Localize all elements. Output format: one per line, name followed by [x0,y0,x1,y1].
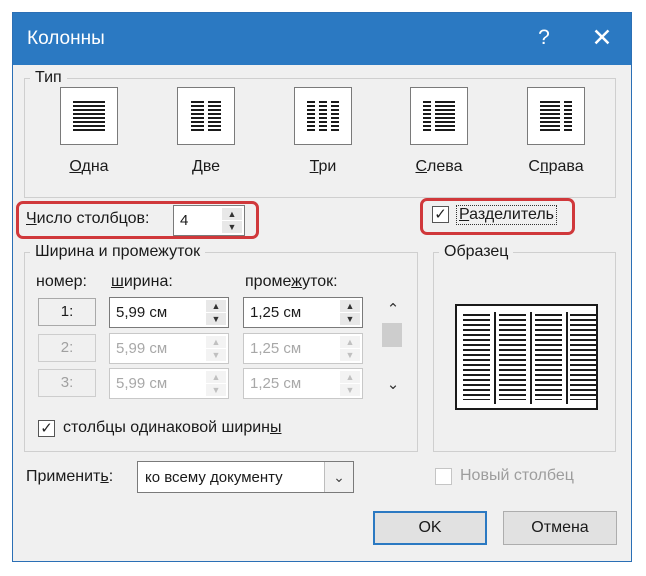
sample-preview [455,304,598,410]
spin-up-icon[interactable]: ▲ [222,208,242,221]
type-group-title: Тип [30,69,67,87]
preset-three-icon [294,87,352,145]
preset-three[interactable]: Три [275,87,371,176]
preset-two-icon [177,87,235,145]
apply-label: Применить: [26,468,114,485]
spin-down-icon: ▼ [206,349,226,362]
spacing-value: 1,25 см [250,375,302,392]
spin-down-icon: ▼ [206,384,226,397]
spin-up-icon[interactable]: ▲ [206,300,226,313]
spin-down-icon[interactable]: ▼ [222,221,242,234]
dialog-title: Колонны [27,28,105,49]
spacing-value: 1,25 см [250,340,302,357]
spin-up-icon[interactable]: ▲ [340,300,360,313]
preset-right-icon [527,87,585,145]
sample-title: Образец [439,243,514,261]
scroll-up-icon[interactable]: ⌃ [384,300,402,318]
new-column-checkbox [435,468,452,485]
spin-down-icon[interactable]: ▼ [340,313,360,326]
apply-value: ко всему документу [145,469,283,486]
close-icon[interactable]: ✕ [588,24,616,52]
new-column-label: Новый столбец [460,467,574,484]
row-number: 2: [38,334,96,362]
col-width-header: ширина: [111,273,173,290]
spin-down-icon: ▼ [340,384,360,397]
scroll-down-icon[interactable]: ⌄ [384,375,402,393]
preset-left-icon [410,87,468,145]
width-spacing-title: Ширина и промежуток [30,243,206,261]
width-value: 5,99 см [116,304,168,321]
spin-up-icon: ▲ [206,371,226,384]
spacing-spinner: 1,25 см ▲ ▼ [243,333,363,364]
preset-right[interactable]: Справа [508,87,604,176]
columns-count-label: Число столбцов: [26,210,150,227]
width-value: 5,99 см [116,340,168,357]
preset-two[interactable]: Две [158,87,254,176]
preset-one-icon [60,87,118,145]
col-spacing-header: промежуток: [245,273,338,290]
equal-width-label: столбцы одинаковой ширины [63,419,282,436]
col-number-header: номер: [36,273,87,290]
columns-count-spinner[interactable]: 4 ▲ ▼ [173,205,245,236]
preset-one[interactable]: Одна [41,87,137,176]
apply-select[interactable]: ко всему документу ⌄ [137,461,354,493]
equal-width-checkbox[interactable]: ✓ [38,420,55,437]
row-number: 1: [38,298,96,326]
scrollbar-thumb[interactable] [382,323,402,347]
spin-up-icon: ▲ [206,336,226,349]
spin-down-icon[interactable]: ▼ [206,313,226,326]
title-bar: Колонны ? ✕ [13,13,631,65]
width-spinner[interactable]: 5,99 см ▲ ▼ [109,297,229,328]
width-spinner: 5,99 см ▲ ▼ [109,368,229,399]
divider-label: Разделитель [455,205,558,225]
spacing-spinner[interactable]: 1,25 см ▲ ▼ [243,297,363,328]
spacing-spinner: 1,25 см ▲ ▼ [243,368,363,399]
spin-up-icon: ▲ [340,371,360,384]
spacing-value: 1,25 см [250,304,302,321]
divider-checkbox[interactable]: ✓ [432,206,449,223]
cancel-button[interactable]: Отмена [503,511,617,545]
chevron-down-icon[interactable]: ⌄ [324,462,353,492]
row-number: 3: [38,369,96,397]
help-icon[interactable]: ? [531,24,557,52]
preset-left[interactable]: Слева [391,87,487,176]
ok-button[interactable]: OK [373,511,487,545]
spin-up-icon: ▲ [340,336,360,349]
columns-count-value: 4 [180,212,189,229]
width-value: 5,99 см [116,375,168,392]
width-spinner: 5,99 см ▲ ▼ [109,333,229,364]
spin-down-icon: ▼ [340,349,360,362]
